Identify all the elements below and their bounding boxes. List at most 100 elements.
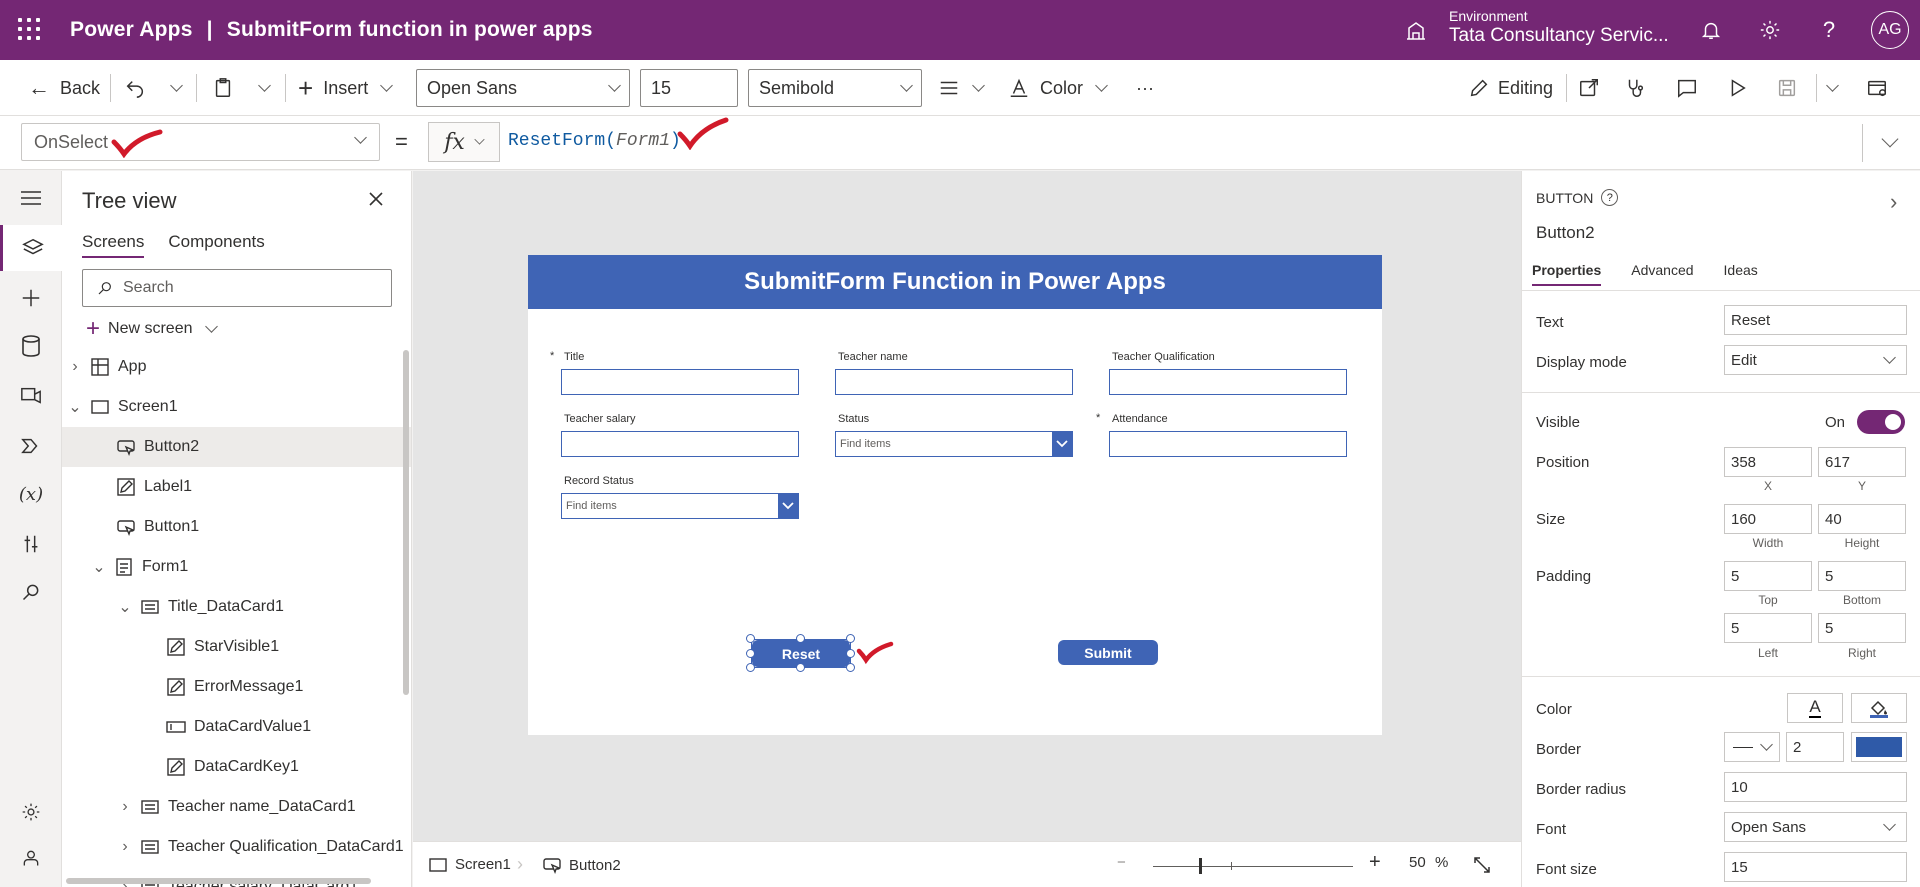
tree-node[interactable]: ErrorMessage1	[62, 667, 411, 707]
submit-button[interactable]: Submit	[1058, 640, 1158, 665]
record-status-combobox[interactable]: Find items	[561, 493, 799, 519]
attendance-input[interactable]	[1109, 431, 1347, 457]
padding-left-input[interactable]: 5	[1724, 613, 1812, 643]
font-size-input[interactable]: 15	[640, 69, 738, 107]
position-y-input[interactable]: 617	[1818, 447, 1906, 477]
border-color-button[interactable]	[1851, 732, 1907, 762]
resize-handle[interactable]	[746, 649, 755, 658]
tree-node[interactable]: › Teacher Qualification_DataCard1	[62, 827, 411, 867]
teacher-qualification-input[interactable]	[1109, 369, 1347, 395]
search-icon[interactable]	[0, 569, 62, 615]
font-weight-dropdown[interactable]: Semibold	[748, 69, 922, 107]
power-automate-icon[interactable]	[0, 423, 62, 469]
tree-node[interactable]: › App	[62, 347, 411, 387]
zoom-slider-thumb[interactable]	[1199, 858, 1202, 874]
control-name[interactable]: Button2	[1536, 223, 1595, 243]
undo-button[interactable]	[124, 74, 146, 102]
tree-node[interactable]: DataCardValue1	[62, 707, 411, 747]
width-input[interactable]: 160	[1724, 504, 1812, 534]
breadcrumb-screen[interactable]: Screen1	[429, 856, 511, 873]
resize-handle[interactable]	[746, 663, 755, 672]
tree-node[interactable]: ⌄ Title_DataCard1	[62, 587, 411, 627]
border-thickness-input[interactable]: 2	[1786, 732, 1844, 762]
tree-node[interactable]: ⌄ Form1	[62, 547, 411, 587]
formula-input[interactable]: ResetForm(Form1)	[508, 131, 681, 151]
search-input[interactable]: Search	[82, 269, 392, 307]
zoom-in-button[interactable]: +	[1369, 851, 1381, 874]
tree-node[interactable]: › Teacher name_DataCard1	[62, 787, 411, 827]
insert-icon[interactable]	[0, 275, 62, 321]
font-size-input[interactable]: 15	[1724, 852, 1907, 882]
tree-node[interactable]: Button2	[62, 427, 411, 467]
align-button[interactable]	[938, 74, 985, 102]
text-input[interactable]: Reset	[1724, 305, 1907, 335]
border-radius-input[interactable]: 10	[1724, 772, 1907, 802]
breadcrumb-control[interactable]: Button2	[543, 856, 621, 874]
font-dropdown[interactable]: Open Sans	[1724, 812, 1907, 842]
bell-icon[interactable]	[1697, 16, 1725, 44]
text-color-button[interactable]: A	[1787, 693, 1843, 723]
tree-node[interactable]: › Teacher salary_DataCard1	[62, 867, 411, 887]
save-icon[interactable]	[1776, 74, 1798, 102]
undo-dropdown[interactable]	[170, 74, 183, 102]
zoom-slider[interactable]	[1153, 866, 1353, 867]
tree-scrollbar[interactable]	[403, 350, 409, 695]
variables-icon[interactable]: (x)	[0, 471, 62, 517]
color-button[interactable]: Color	[1008, 74, 1108, 102]
close-icon[interactable]	[368, 191, 384, 207]
app-checker-icon[interactable]	[1624, 74, 1646, 102]
app-launcher-icon[interactable]	[18, 18, 42, 42]
help-icon[interactable]: ?	[1601, 189, 1619, 206]
resize-handle[interactable]	[846, 649, 855, 658]
tree-node[interactable]: DataCardKey1	[62, 747, 411, 787]
tab-ideas[interactable]: Ideas	[1724, 262, 1758, 286]
padding-top-input[interactable]: 5	[1724, 561, 1812, 591]
resize-handle[interactable]	[846, 663, 855, 672]
back-button[interactable]: ← Back	[28, 74, 100, 102]
resize-handle[interactable]	[796, 663, 805, 672]
resize-handle[interactable]	[846, 634, 855, 643]
tree-view-icon[interactable]	[0, 225, 62, 271]
collapse-pane-icon[interactable]: ›	[1890, 189, 1897, 215]
border-style-dropdown[interactable]	[1724, 732, 1780, 762]
status-combobox[interactable]: Find items	[835, 431, 1073, 457]
height-input[interactable]: 40	[1818, 504, 1906, 534]
paste-button[interactable]	[212, 74, 234, 102]
title-input[interactable]	[561, 369, 799, 395]
tree-node[interactable]: Button1	[62, 507, 411, 547]
settings-icon[interactable]	[0, 789, 62, 835]
tree-node[interactable]: Label1	[62, 467, 411, 507]
fit-to-window-icon[interactable]	[1473, 856, 1491, 874]
play-icon[interactable]	[1726, 74, 1748, 102]
chevron-down-icon[interactable]	[1052, 432, 1072, 456]
fill-color-button[interactable]	[1851, 693, 1907, 723]
tree-node[interactable]: ⌄ Screen1	[62, 387, 411, 427]
tab-advanced[interactable]: Advanced	[1631, 262, 1693, 286]
tree-horizontal-scrollbar[interactable]	[66, 878, 371, 884]
tab-properties[interactable]: Properties	[1532, 262, 1602, 286]
advanced-tools-icon[interactable]	[0, 521, 62, 567]
comment-icon[interactable]	[1676, 74, 1698, 102]
environment-icon[interactable]	[1404, 18, 1428, 42]
publish-icon[interactable]	[1866, 74, 1888, 102]
fx-button[interactable]: fx	[428, 122, 500, 162]
zoom-out-button[interactable]: −	[1117, 854, 1126, 871]
app-header-label[interactable]: SubmitForm Function in Power Apps	[528, 255, 1382, 309]
padding-bottom-input[interactable]: 5	[1818, 561, 1906, 591]
expand-formula-button[interactable]	[1881, 130, 1899, 150]
zoom-value[interactable]: 50	[1409, 854, 1426, 871]
resize-handle[interactable]	[746, 634, 755, 643]
insert-button[interactable]: + Insert	[298, 73, 394, 103]
chevron-down-icon[interactable]	[778, 494, 798, 518]
virtual-agent-icon[interactable]	[0, 835, 62, 881]
font-family-dropdown[interactable]: Open Sans	[416, 69, 630, 107]
media-icon[interactable]	[0, 373, 62, 419]
position-x-input[interactable]: 358	[1724, 447, 1812, 477]
new-screen-button[interactable]: + New screen	[86, 314, 218, 344]
more-button[interactable]: ···	[1136, 74, 1154, 102]
display-mode-dropdown[interactable]: Edit	[1724, 345, 1907, 375]
paste-dropdown[interactable]	[258, 74, 271, 102]
teacher-name-input[interactable]	[835, 369, 1073, 395]
resize-handle[interactable]	[796, 634, 805, 643]
hamburger-icon[interactable]	[0, 175, 62, 221]
